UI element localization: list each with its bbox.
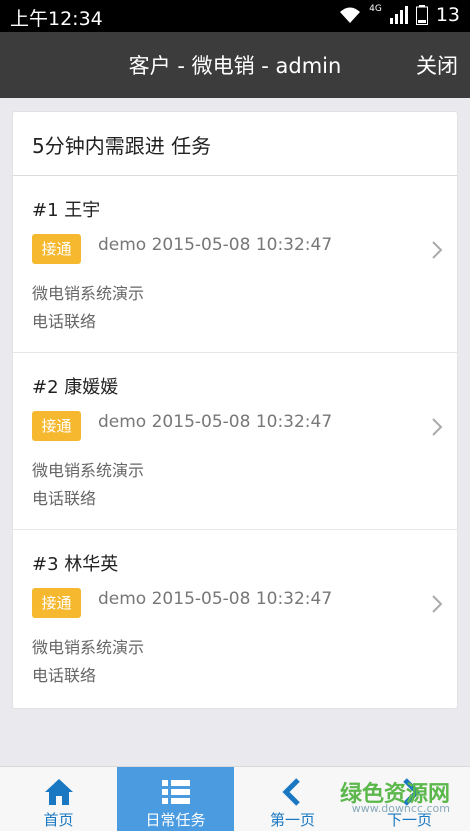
signal-icon: [389, 6, 408, 24]
tab-label: 首页: [43, 811, 74, 829]
task-name: #1 王宇: [32, 200, 101, 221]
chevron-left-icon: [234, 777, 351, 807]
task-item[interactable]: #2 康媛媛 接通 demo 2015-05-08 10:32:47 微电销系统…: [13, 353, 457, 530]
list-icon: [117, 777, 234, 807]
wifi-icon: [339, 6, 361, 24]
status-badge: 接通: [32, 234, 81, 264]
task-name: #3 林华英: [32, 554, 119, 575]
tab-first-page[interactable]: 第一页: [234, 767, 351, 831]
battery-level: 13: [435, 4, 460, 26]
status-icons: 4G 13: [339, 4, 460, 26]
page-title: 客户 - 微电销 - admin: [128, 54, 342, 78]
status-time: 上午12:34: [10, 8, 103, 30]
task-type: 电话联络: [32, 666, 97, 685]
tab-label: 日常任务: [145, 811, 206, 829]
task-meta: demo 2015-05-08 10:32:47: [98, 589, 333, 609]
task-type: 电话联络: [32, 489, 97, 508]
task-name: #2 康媛媛: [32, 377, 119, 398]
task-desc: 微电销系统演示: [32, 638, 145, 657]
task-desc: 微电销系统演示: [32, 461, 145, 480]
status-bar: 上午12:34 4G 13: [0, 0, 470, 32]
chevron-right-icon: [431, 594, 443, 618]
chevron-right-icon: [431, 240, 443, 264]
task-item[interactable]: #3 林华英 接通 demo 2015-05-08 10:32:47 微电销系统…: [13, 530, 457, 707]
tab-home[interactable]: 首页: [0, 767, 117, 831]
network-type: 4G: [369, 4, 382, 14]
home-icon: [0, 777, 117, 807]
task-meta: demo 2015-05-08 10:32:47: [98, 235, 333, 255]
watermark-url: www.downcc.com: [351, 802, 450, 815]
chevron-right-icon: [431, 417, 443, 441]
close-button[interactable]: 关闭: [416, 50, 458, 80]
task-item[interactable]: #1 王宇 接通 demo 2015-05-08 10:32:47 微电销系统演…: [13, 176, 457, 353]
status-badge: 接通: [32, 588, 81, 618]
battery-icon: [415, 5, 428, 25]
card-title: 5分钟内需跟进 任务: [13, 112, 457, 176]
task-type: 电话联络: [32, 312, 97, 331]
task-desc: 微电销系统演示: [32, 284, 145, 303]
app-header: 客户 - 微电销 - admin 关闭: [0, 32, 470, 98]
tab-daily-tasks[interactable]: 日常任务: [117, 767, 234, 831]
tab-label: 第一页: [269, 811, 315, 829]
task-meta: demo 2015-05-08 10:32:47: [98, 412, 333, 432]
status-badge: 接通: [32, 411, 81, 441]
task-card: 5分钟内需跟进 任务 #1 王宇 接通 demo 2015-05-08 10:3…: [12, 111, 458, 709]
